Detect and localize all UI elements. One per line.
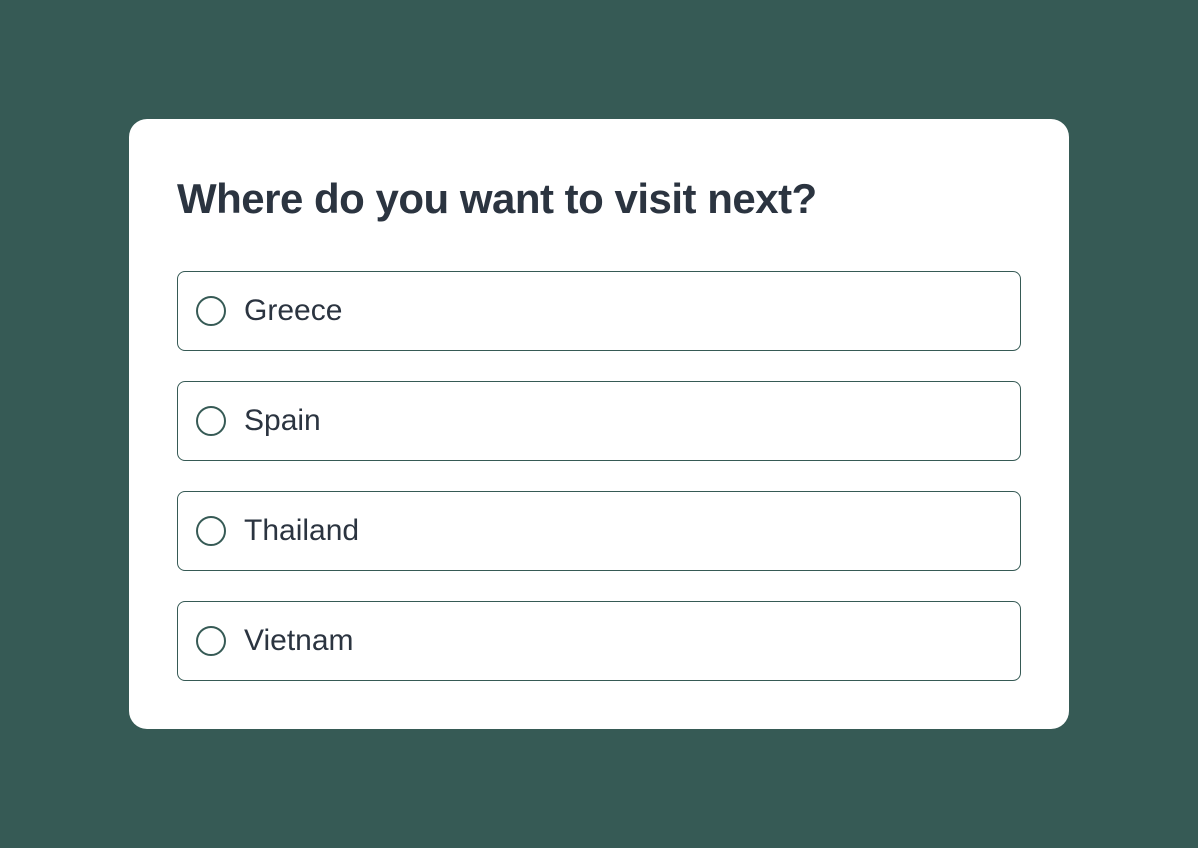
poll-question: Where do you want to visit next? [177,175,1021,223]
radio-icon [196,626,226,656]
poll-options-list: Greece Spain Thailand Vietnam [177,271,1021,681]
radio-icon [196,516,226,546]
poll-option-spain[interactable]: Spain [177,381,1021,461]
option-label: Greece [244,294,342,328]
poll-option-vietnam[interactable]: Vietnam [177,601,1021,681]
poll-option-thailand[interactable]: Thailand [177,491,1021,571]
option-label: Spain [244,404,321,438]
radio-icon [196,296,226,326]
poll-card: Where do you want to visit next? Greece … [129,119,1069,729]
poll-option-greece[interactable]: Greece [177,271,1021,351]
option-label: Thailand [244,514,359,548]
radio-icon [196,406,226,436]
option-label: Vietnam [244,624,354,658]
